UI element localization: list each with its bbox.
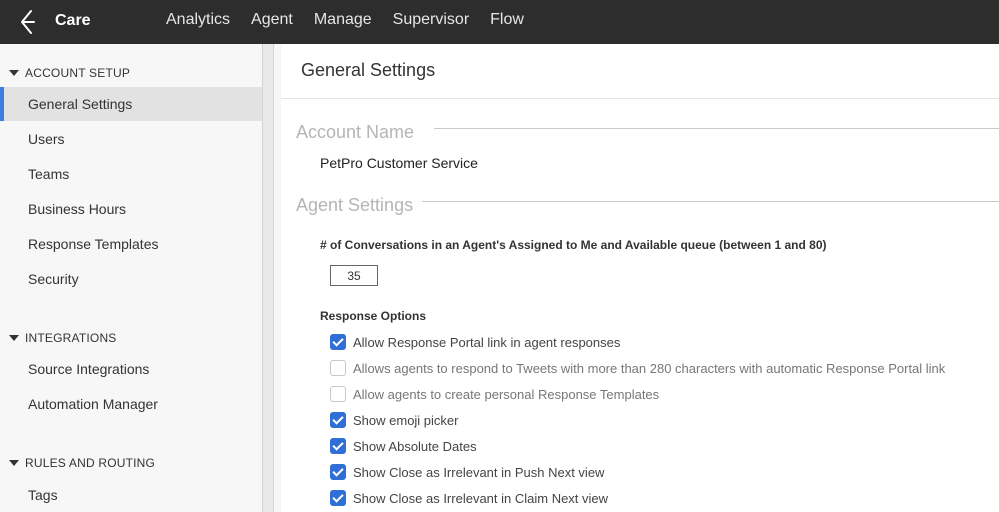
section-title: ACCOUNT SETUP <box>25 66 131 80</box>
option-label: Show Close as Irrelevant in Push Next vi… <box>353 464 605 480</box>
checkbox-checked-icon[interactable] <box>330 412 346 428</box>
sidebar-item-general-settings[interactable]: General Settings <box>0 87 262 121</box>
triangle-down-icon <box>9 70 19 76</box>
section-title: INTEGRATIONS <box>25 331 117 345</box>
account-name-divider <box>434 128 999 129</box>
section-title: RULES AND ROUTING <box>25 456 156 470</box>
option-label: Allows agents to respond to Tweets with … <box>353 360 946 376</box>
brand-name[interactable]: Care <box>55 12 91 30</box>
checkbox-checked-icon[interactable] <box>330 490 346 506</box>
option-personal-templates[interactable]: Allow agents to create personal Response… <box>330 386 659 402</box>
option-absolute-dates[interactable]: Show Absolute Dates <box>330 438 477 454</box>
nav-manage[interactable]: Manage <box>314 11 372 29</box>
sidebar-item-response-templates[interactable]: Response Templates <box>0 227 262 261</box>
sidebar-item-automation-manager[interactable]: Automation Manager <box>0 387 262 421</box>
checkbox-unchecked-icon[interactable] <box>330 386 346 402</box>
sidebar-item-teams[interactable]: Teams <box>0 157 262 191</box>
triangle-down-icon <box>9 460 19 466</box>
sidebar-item-tags[interactable]: Tags <box>0 478 262 512</box>
checkbox-checked-icon[interactable] <box>330 438 346 454</box>
sidebar-item-users[interactable]: Users <box>0 122 262 156</box>
account-name-value: PetPro Customer Service <box>320 155 478 171</box>
option-label: Show Close as Irrelevant in Claim Next v… <box>353 490 609 506</box>
page-title: General Settings <box>301 60 436 80</box>
checkbox-checked-icon[interactable] <box>330 334 346 350</box>
top-bar: Care Analytics Agent Manage Supervisor F… <box>0 0 999 44</box>
option-emoji-picker[interactable]: Show emoji picker <box>330 412 459 428</box>
sidebar-item-source-integrations[interactable]: Source Integrations <box>0 352 262 386</box>
sidebar-scrollbar[interactable] <box>262 44 274 512</box>
queue-limit-input[interactable] <box>330 265 378 286</box>
option-label: Show emoji picker <box>353 412 459 428</box>
option-label: Allow agents to create personal Response… <box>353 386 660 402</box>
triangle-down-icon <box>9 335 19 341</box>
option-close-irrelevant-claim[interactable]: Show Close as Irrelevant in Claim Next v… <box>330 490 608 506</box>
option-long-tweets[interactable]: Allows agents to respond to Tweets with … <box>330 360 945 376</box>
nav-supervisor[interactable]: Supervisor <box>393 11 469 29</box>
option-label: Show Absolute Dates <box>353 438 477 454</box>
option-close-irrelevant-push[interactable]: Show Close as Irrelevant in Push Next vi… <box>330 464 604 480</box>
nav-agent[interactable]: Agent <box>251 11 293 29</box>
section-rules-and-routing[interactable]: RULES AND ROUTING <box>9 456 155 470</box>
checkbox-unchecked-icon[interactable] <box>330 360 346 376</box>
section-integrations[interactable]: INTEGRATIONS <box>9 331 117 345</box>
care-logo-icon[interactable] <box>16 9 38 35</box>
agent-settings-legend: Agent Settings <box>296 195 414 215</box>
main-nav: Analytics Agent Manage Supervisor Flow <box>166 11 545 29</box>
sidebar-item-business-hours[interactable]: Business Hours <box>0 192 262 226</box>
account-name-legend: Account Name <box>296 122 415 142</box>
option-label: Allow Response Portal link in agent resp… <box>353 334 621 350</box>
agent-settings-divider <box>422 201 999 202</box>
option-response-portal-link[interactable]: Allow Response Portal link in agent resp… <box>330 334 620 350</box>
nav-flow[interactable]: Flow <box>490 11 524 29</box>
title-divider <box>281 98 999 99</box>
sidebar-item-security[interactable]: Security <box>0 262 262 296</box>
nav-analytics[interactable]: Analytics <box>166 11 230 29</box>
checkbox-checked-icon[interactable] <box>330 464 346 480</box>
queue-limit-label: # of Conversations in an Agent's Assigne… <box>320 238 827 252</box>
response-options-label: Response Options <box>320 309 427 323</box>
section-account-setup[interactable]: ACCOUNT SETUP <box>9 66 130 80</box>
